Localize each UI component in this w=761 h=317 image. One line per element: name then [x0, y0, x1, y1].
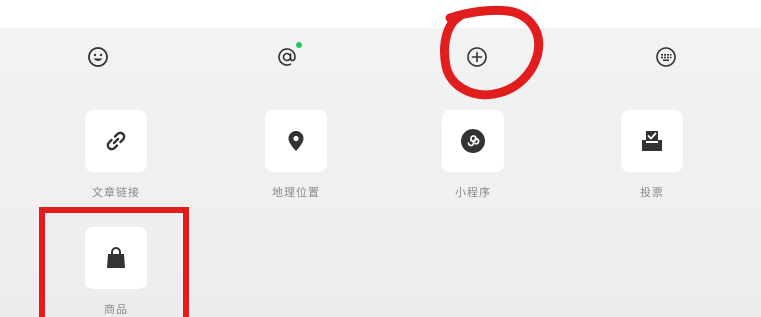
- add-button[interactable]: [462, 42, 492, 72]
- location-pin-icon: [288, 131, 304, 151]
- at-sign-icon: [278, 48, 296, 66]
- tool-label: 投票: [640, 186, 664, 199]
- keyboard-button[interactable]: [651, 42, 681, 72]
- tool-location[interactable]: 地理位置: [246, 110, 346, 200]
- tool-tile: [442, 110, 504, 172]
- tool-mini-program[interactable]: 小程序: [423, 110, 523, 200]
- tool-article-link[interactable]: 文章链接: [66, 110, 166, 200]
- tool-label: 文章链接: [92, 186, 140, 199]
- vote-box-icon: [642, 131, 662, 151]
- mini-program-icon: [461, 129, 485, 153]
- notification-dot: [296, 42, 302, 48]
- tool-label: 小程序: [455, 186, 491, 199]
- tool-product[interactable]: 商品: [66, 227, 166, 317]
- tool-tile: [621, 110, 683, 172]
- plus-circle-icon: [467, 47, 487, 67]
- tool-label: 地理位置: [272, 186, 320, 199]
- mention-button[interactable]: [272, 42, 302, 72]
- tool-tile: [85, 227, 147, 289]
- tool-tile: [265, 110, 327, 172]
- tool-tile: [85, 110, 147, 172]
- emoji-button[interactable]: [83, 42, 113, 72]
- tool-label: 商品: [104, 303, 128, 316]
- shopping-bag-icon: [107, 247, 125, 268]
- keyboard-icon: [656, 47, 676, 67]
- tool-vote[interactable]: 投票: [602, 110, 702, 200]
- smiley-face-icon: [88, 47, 108, 67]
- link-icon: [106, 131, 126, 151]
